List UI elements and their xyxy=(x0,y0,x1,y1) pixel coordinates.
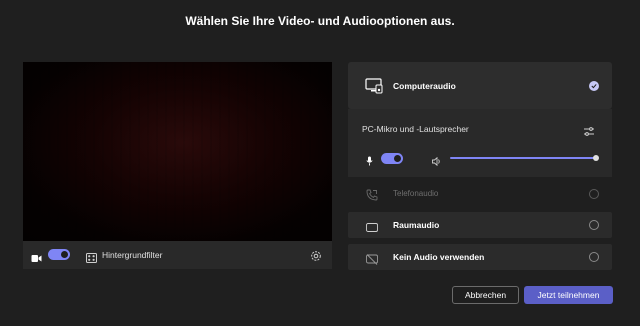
audio-option-room[interactable]: Raumaudio xyxy=(348,212,612,238)
phone-audio-icon xyxy=(366,188,378,206)
microphone-toggle[interactable] xyxy=(381,153,403,164)
settings-gear-icon[interactable] xyxy=(310,249,322,267)
volume-slider[interactable] xyxy=(450,154,599,162)
checkmark-icon xyxy=(589,81,599,91)
background-filter-label[interactable]: Hintergrundfilter xyxy=(102,250,162,260)
computer-audio-settings: PC-Mikro und -Lautsprecher xyxy=(348,109,612,177)
audio-option-none[interactable]: Kein Audio verwenden xyxy=(348,244,612,270)
background-filter-icon[interactable] xyxy=(86,250,97,268)
audio-option-phone: Telefonaudio xyxy=(348,181,612,207)
cancel-button[interactable]: Abbrechen xyxy=(452,286,519,304)
audio-option-label: Telefonaudio xyxy=(393,189,439,198)
radio-no-audio[interactable] xyxy=(589,252,599,262)
audio-option-label: Kein Audio verwenden xyxy=(393,252,485,262)
camera-toggle[interactable] xyxy=(48,249,70,260)
video-preview xyxy=(23,62,332,241)
audio-option-computer[interactable]: Computeraudio xyxy=(348,62,612,109)
audio-settings-sliders-icon[interactable] xyxy=(584,123,594,141)
radio-phone-audio xyxy=(589,189,599,199)
video-controls-bar: Hintergrundfilter xyxy=(23,241,332,269)
join-now-button[interactable]: Jetzt teilnehmen xyxy=(524,286,613,304)
camera-icon xyxy=(31,250,42,268)
audio-option-label: Raumaudio xyxy=(393,220,440,230)
audio-device-label: PC-Mikro und -Lautsprecher xyxy=(362,124,469,134)
dialog-title: Wählen Sie Ihre Video- und Audiooptionen… xyxy=(185,14,455,28)
computer-audio-icon xyxy=(365,78,383,99)
audio-option-label: Computeraudio xyxy=(393,81,456,91)
radio-room-audio[interactable] xyxy=(589,220,599,230)
room-audio-icon xyxy=(366,220,378,238)
speaker-icon xyxy=(432,153,442,171)
no-audio-icon xyxy=(366,252,378,270)
microphone-icon xyxy=(366,153,373,171)
